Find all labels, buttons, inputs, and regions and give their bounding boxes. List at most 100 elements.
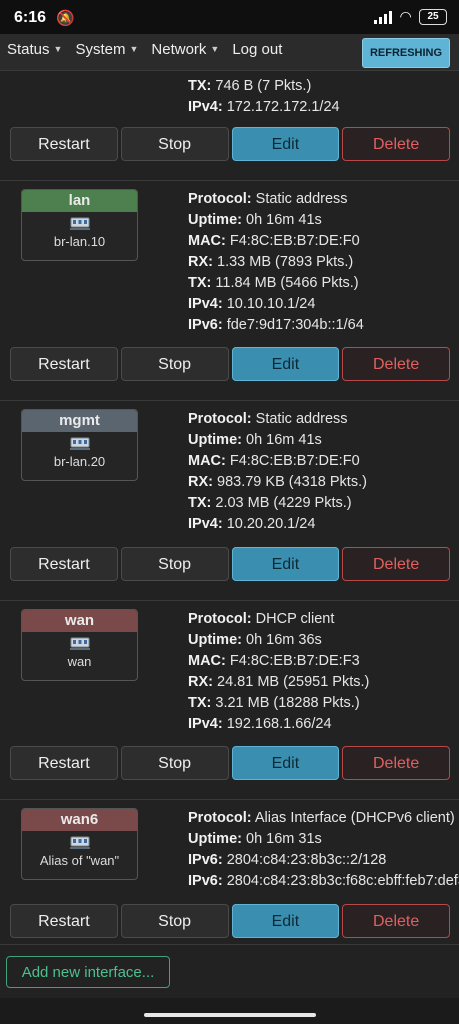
detail-row: MAC: F4:8C:EB:B7:DE:F3 xyxy=(188,651,459,672)
top-nav: Status ▼ System ▼ Network ▼ Log out REFRESHING xyxy=(0,34,459,71)
detail-value: F4:8C:EB:B7:DE:F0 xyxy=(225,453,360,469)
restart-button[interactable]: Restart xyxy=(10,904,118,938)
status-icons: ◠ 25 xyxy=(374,8,447,25)
detail-value: F4:8C:EB:B7:DE:F3 xyxy=(225,653,360,669)
detail-key: Uptime: xyxy=(188,831,242,847)
chevron-down-icon: ▼ xyxy=(53,44,63,54)
delete-button[interactable]: Delete xyxy=(342,127,450,161)
edit-button[interactable]: Edit xyxy=(231,347,340,381)
stop-button[interactable]: Stop xyxy=(120,347,229,381)
detail-value: 10.10.10.1/24 xyxy=(222,296,316,312)
network-port-icon xyxy=(69,437,90,450)
detail-value: 0h 16m 36s xyxy=(241,632,322,648)
interface-badge-wan6[interactable]: wan6 Alias of "wan" xyxy=(21,808,138,880)
refreshing-button[interactable]: REFRESHING xyxy=(362,38,450,68)
detail-key: Protocol: xyxy=(188,191,252,207)
detail-value: Static address xyxy=(251,411,348,427)
edit-button[interactable]: Edit xyxy=(231,904,340,938)
delete-button[interactable]: Delete xyxy=(342,347,450,381)
mute-icon: 🔕 xyxy=(56,10,75,27)
detail-key: TX: xyxy=(188,495,212,511)
restart-button[interactable]: Restart xyxy=(10,547,118,581)
edit-button[interactable]: Edit xyxy=(231,746,340,780)
detail-value: 2804:c84:23:8b3c:f68c:ebff:feb7:def3/64 xyxy=(226,873,459,889)
detail-row: RX: 24.81 MB (25951 Pkts.) xyxy=(188,672,459,693)
stop-button[interactable]: Stop xyxy=(120,746,229,780)
detail-value: 1.33 MB (7893 Pkts.) xyxy=(212,254,354,270)
detail-key: TX: xyxy=(188,695,212,711)
detail-row: IPv4: 10.10.10.1/24 xyxy=(188,294,459,315)
delete-button[interactable]: Delete xyxy=(342,746,450,780)
detail-value: 0h 16m 41s xyxy=(241,212,322,228)
stop-button[interactable]: Stop xyxy=(120,127,229,161)
interface-actions: Restart Stop Edit Delete xyxy=(10,904,450,938)
detail-row: TX: 3.21 MB (18288 Pkts.) xyxy=(188,693,459,714)
detail-key: Uptime: xyxy=(188,212,242,228)
detail-row: IPv4: 192.168.1.66/24 xyxy=(188,714,459,735)
interface-device: wan xyxy=(67,654,92,669)
detail-key: Uptime: xyxy=(188,432,242,448)
detail-row: Protocol: Alias Interface (DHCPv6 client… xyxy=(188,808,459,829)
detail-row: Protocol: DHCP client xyxy=(188,609,459,630)
detail-row: IPv4: 172.172.172.1/24 xyxy=(188,97,459,118)
delete-button[interactable]: Delete xyxy=(342,904,450,938)
detail-value: 0h 16m 31s xyxy=(241,831,322,847)
detail-key: Uptime: xyxy=(188,632,242,648)
interface-details: Protocol: Alias Interface (DHCPv6 client… xyxy=(188,808,459,892)
detail-row: IPv4: 10.20.20.1/24 xyxy=(188,514,459,535)
battery-icon: 25 xyxy=(419,8,447,25)
detail-value: 2804:c84:23:8b3c::2/128 xyxy=(222,852,387,868)
detail-key: IPv4: xyxy=(188,516,223,532)
interface-details: Protocol: Static address Uptime: 0h 16m 4… xyxy=(188,189,459,336)
restart-button[interactable]: Restart xyxy=(10,347,118,381)
signal-icon xyxy=(374,10,393,24)
interface-badge-wan[interactable]: wan wan xyxy=(21,609,138,681)
detail-key: TX: xyxy=(188,78,212,94)
interface-badge-lan[interactable]: lan br-lan.10 xyxy=(21,189,138,261)
network-port-icon xyxy=(69,217,90,230)
add-interface-button[interactable]: Add new interface... xyxy=(6,956,170,988)
section-divider xyxy=(0,180,459,181)
detail-value: F4:8C:EB:B7:DE:F0 xyxy=(225,233,360,249)
network-port-icon xyxy=(69,836,90,849)
detail-key: RX: xyxy=(188,474,213,490)
detail-value: 24.81 MB (25951 Pkts.) xyxy=(212,674,370,690)
detail-key: MAC: xyxy=(188,453,226,469)
detail-row: Uptime: 0h 16m 41s xyxy=(188,430,459,451)
edit-button[interactable]: Edit xyxy=(231,547,340,581)
detail-row: IPv6: 2804:c84:23:8b3c:f68c:ebff:feb7:de… xyxy=(188,871,459,892)
restart-button[interactable]: Restart xyxy=(10,746,118,780)
detail-key: MAC: xyxy=(188,233,226,249)
interface-details: Protocol: Static address Uptime: 0h 16m 4… xyxy=(188,409,459,535)
restart-button[interactable]: Restart xyxy=(10,127,118,161)
nav-network[interactable]: Network ▼ xyxy=(151,41,219,58)
detail-row: Protocol: Static address xyxy=(188,409,459,430)
interface-details: TX: 746 B (7 Pkts.) IPv4: 172.172.172.1/2… xyxy=(188,76,459,118)
detail-key: Protocol: xyxy=(188,810,252,826)
detail-key: RX: xyxy=(188,254,213,270)
nav-label: Log out xyxy=(232,41,283,58)
nav-system[interactable]: System ▼ xyxy=(75,41,138,58)
delete-button[interactable]: Delete xyxy=(342,547,450,581)
home-indicator[interactable] xyxy=(144,1013,316,1017)
nav-label: System xyxy=(75,41,126,58)
detail-row: MAC: F4:8C:EB:B7:DE:F0 xyxy=(188,231,459,252)
interface-badge-mgmt[interactable]: mgmt br-lan.20 xyxy=(21,409,138,481)
section-divider xyxy=(0,400,459,401)
detail-row: TX: 11.84 MB (5466 Pkts.) xyxy=(188,273,459,294)
detail-key: MAC: xyxy=(188,653,226,669)
section-divider xyxy=(0,944,459,945)
interface-device: Alias of "wan" xyxy=(39,853,120,868)
detail-key: IPv4: xyxy=(188,296,223,312)
stop-button[interactable]: Stop xyxy=(120,547,229,581)
edit-button[interactable]: Edit xyxy=(231,127,340,161)
system-status-bar: 6:16 🔕 ◠ 25 xyxy=(0,0,459,34)
detail-value: 983.79 KB (4318 Pkts.) xyxy=(212,474,367,490)
interface-name: mgmt xyxy=(22,410,137,432)
nav-log-out[interactable]: Log out xyxy=(232,41,282,58)
stop-button[interactable]: Stop xyxy=(120,904,229,938)
detail-key: RX: xyxy=(188,674,213,690)
detail-value: 10.20.20.1/24 xyxy=(222,516,316,532)
section-divider xyxy=(0,799,459,800)
nav-status[interactable]: Status ▼ xyxy=(7,41,62,58)
